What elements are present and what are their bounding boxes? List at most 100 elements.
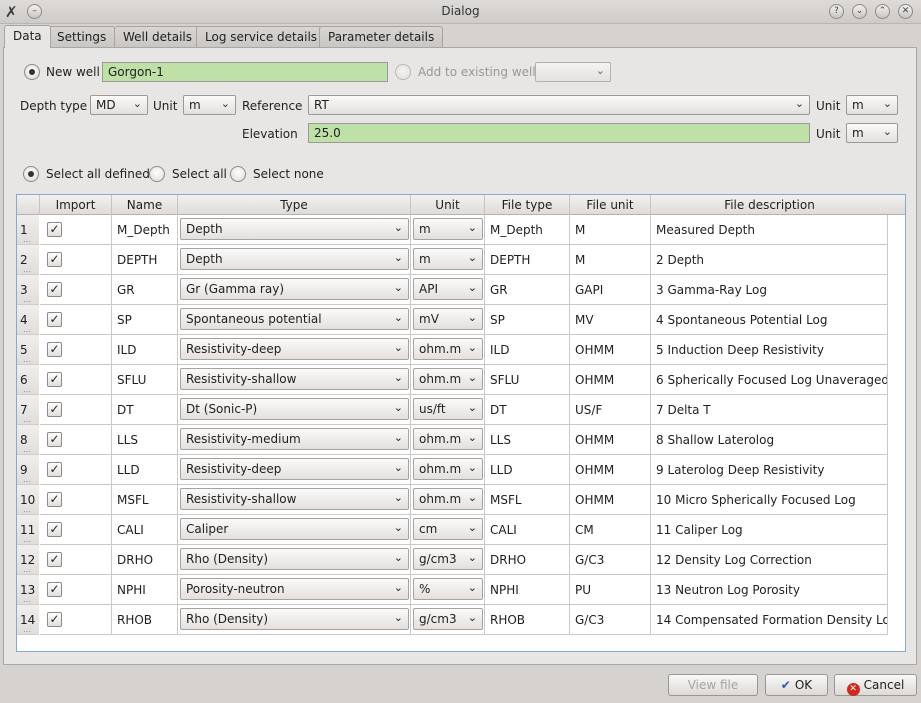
- type-select[interactable]: Resistivity-deep ⌄: [180, 338, 409, 360]
- unit-select[interactable]: g/cm3 ⌄: [413, 548, 483, 570]
- select-all-defined-radio[interactable]: [23, 166, 39, 182]
- tab-settings[interactable]: Settings: [48, 26, 116, 48]
- depth-unit-select[interactable]: m ⌄: [183, 95, 236, 115]
- row-number[interactable]: 6 ⋯: [17, 365, 39, 396]
- header-unit[interactable]: Unit: [411, 195, 485, 215]
- row-number[interactable]: 4 ⋯: [17, 305, 39, 336]
- unit-select[interactable]: ohm.m ⌄: [413, 368, 483, 390]
- chevron-down-icon: ⌄: [467, 371, 477, 384]
- row-number[interactable]: 7 ⋯: [17, 395, 39, 426]
- type-select[interactable]: Dt (Sonic-P) ⌄: [180, 398, 409, 420]
- help-icon[interactable]: ?: [829, 4, 844, 19]
- cancel-button[interactable]: ✕ Cancel: [834, 674, 917, 696]
- header-file-unit[interactable]: File unit: [570, 195, 651, 215]
- type-select[interactable]: Rho (Density) ⌄: [180, 608, 409, 630]
- type-select[interactable]: Caliper ⌄: [180, 518, 409, 540]
- import-cell: ✓: [40, 455, 112, 485]
- unit-select[interactable]: mV ⌄: [413, 308, 483, 330]
- unit-select[interactable]: m ⌄: [413, 218, 483, 240]
- elevation-unit-select[interactable]: m ⌄: [846, 123, 898, 143]
- import-checkbox[interactable]: ✓: [47, 222, 62, 237]
- unit-select[interactable]: g/cm3 ⌄: [413, 608, 483, 630]
- import-checkbox[interactable]: ✓: [47, 402, 62, 417]
- unit-select[interactable]: us/ft ⌄: [413, 398, 483, 420]
- unit-select[interactable]: cm ⌄: [413, 518, 483, 540]
- row-number[interactable]: 8 ⋯: [17, 425, 39, 456]
- import-checkbox[interactable]: ✓: [47, 252, 62, 267]
- select-none-radio[interactable]: [230, 166, 246, 182]
- row-number[interactable]: 5 ⋯: [17, 335, 39, 366]
- row-number[interactable]: 9 ⋯: [17, 455, 39, 486]
- row-number[interactable]: 14 ⋯: [17, 605, 39, 636]
- chevron-down-icon: ⌄: [882, 125, 892, 138]
- reference-unit-select[interactable]: m ⌄: [846, 95, 898, 115]
- elevation-input[interactable]: 25.0: [308, 123, 810, 143]
- unit-select[interactable]: ohm.m ⌄: [413, 428, 483, 450]
- row-number[interactable]: 3 ⋯: [17, 275, 39, 306]
- unit-value: API: [419, 282, 438, 296]
- type-select[interactable]: Porosity-neutron ⌄: [180, 578, 409, 600]
- type-select[interactable]: Depth ⌄: [180, 248, 409, 270]
- maximize-icon[interactable]: ⌃: [875, 4, 890, 19]
- file-description-cell: 10 Micro Spherically Focused Log: [651, 485, 888, 515]
- unit-select[interactable]: ohm.m ⌄: [413, 488, 483, 510]
- import-checkbox[interactable]: ✓: [47, 462, 62, 477]
- type-select[interactable]: Resistivity-shallow ⌄: [180, 488, 409, 510]
- type-select[interactable]: Spontaneous potential ⌄: [180, 308, 409, 330]
- unit-select[interactable]: API ⌄: [413, 278, 483, 300]
- tab-data[interactable]: Data: [4, 25, 51, 48]
- header-type[interactable]: Type: [178, 195, 411, 215]
- new-well-input[interactable]: Gorgon-1: [102, 62, 388, 82]
- import-checkbox[interactable]: ✓: [47, 432, 62, 447]
- ok-button[interactable]: ✔ OK: [765, 674, 828, 696]
- tab-log-service-details[interactable]: Log service details: [196, 26, 327, 48]
- type-select[interactable]: Depth ⌄: [180, 218, 409, 240]
- depth-type-select[interactable]: MD ⌄: [90, 95, 148, 115]
- unit-select[interactable]: ohm.m ⌄: [413, 458, 483, 480]
- type-select[interactable]: Resistivity-shallow ⌄: [180, 368, 409, 390]
- existing-well-select[interactable]: ⌄: [535, 62, 611, 82]
- import-checkbox[interactable]: ✓: [47, 612, 62, 627]
- row-number[interactable]: 11 ⋯: [17, 515, 39, 546]
- row-number[interactable]: 13 ⋯: [17, 575, 39, 606]
- type-cell: Resistivity-deep ⌄: [178, 335, 411, 365]
- type-select[interactable]: Rho (Density) ⌄: [180, 548, 409, 570]
- close-icon[interactable]: ✕: [898, 4, 913, 19]
- import-checkbox[interactable]: ✓: [47, 492, 62, 507]
- import-checkbox[interactable]: ✓: [47, 282, 62, 297]
- add-existing-well-radio[interactable]: [395, 64, 411, 80]
- type-select[interactable]: Resistivity-medium ⌄: [180, 428, 409, 450]
- file-unit-cell: CM: [570, 515, 651, 545]
- import-checkbox[interactable]: ✓: [47, 552, 62, 567]
- row-number[interactable]: 12 ⋯: [17, 545, 39, 576]
- header-name[interactable]: Name: [112, 195, 178, 215]
- name-cell: NPHI: [112, 575, 178, 605]
- header-file-type[interactable]: File type: [485, 195, 570, 215]
- tab-well-details[interactable]: Well details: [114, 26, 202, 48]
- import-checkbox[interactable]: ✓: [47, 372, 62, 387]
- table-header: Import Name Type Unit File type File uni…: [17, 195, 905, 215]
- header-file-description[interactable]: File description: [651, 195, 888, 215]
- unit-select[interactable]: % ⌄: [413, 578, 483, 600]
- tab-parameter-details[interactable]: Parameter details: [319, 26, 444, 48]
- row-number[interactable]: 10 ⋯: [17, 485, 39, 516]
- row-number[interactable]: 2 ⋯: [17, 245, 39, 276]
- view-file-button[interactable]: View file: [668, 674, 758, 696]
- import-checkbox[interactable]: ✓: [47, 582, 62, 597]
- type-select[interactable]: Gr (Gamma ray) ⌄: [180, 278, 409, 300]
- select-all-radio[interactable]: [149, 166, 165, 182]
- import-checkbox[interactable]: ✓: [47, 342, 62, 357]
- chevron-down-icon: ⌄: [467, 551, 477, 564]
- import-checkbox[interactable]: ✓: [47, 522, 62, 537]
- cancel-icon: ✕: [846, 683, 860, 696]
- type-select[interactable]: Resistivity-deep ⌄: [180, 458, 409, 480]
- minimize-icon[interactable]: ⌄: [852, 4, 867, 19]
- header-import[interactable]: Import: [40, 195, 112, 215]
- new-well-radio[interactable]: [24, 64, 40, 80]
- window-menu-icon[interactable]: –: [27, 4, 42, 19]
- row-number[interactable]: 1 ⋯: [17, 215, 39, 246]
- import-checkbox[interactable]: ✓: [47, 312, 62, 327]
- unit-select[interactable]: ohm.m ⌄: [413, 338, 483, 360]
- reference-select[interactable]: RT ⌄: [308, 95, 810, 115]
- unit-select[interactable]: m ⌄: [413, 248, 483, 270]
